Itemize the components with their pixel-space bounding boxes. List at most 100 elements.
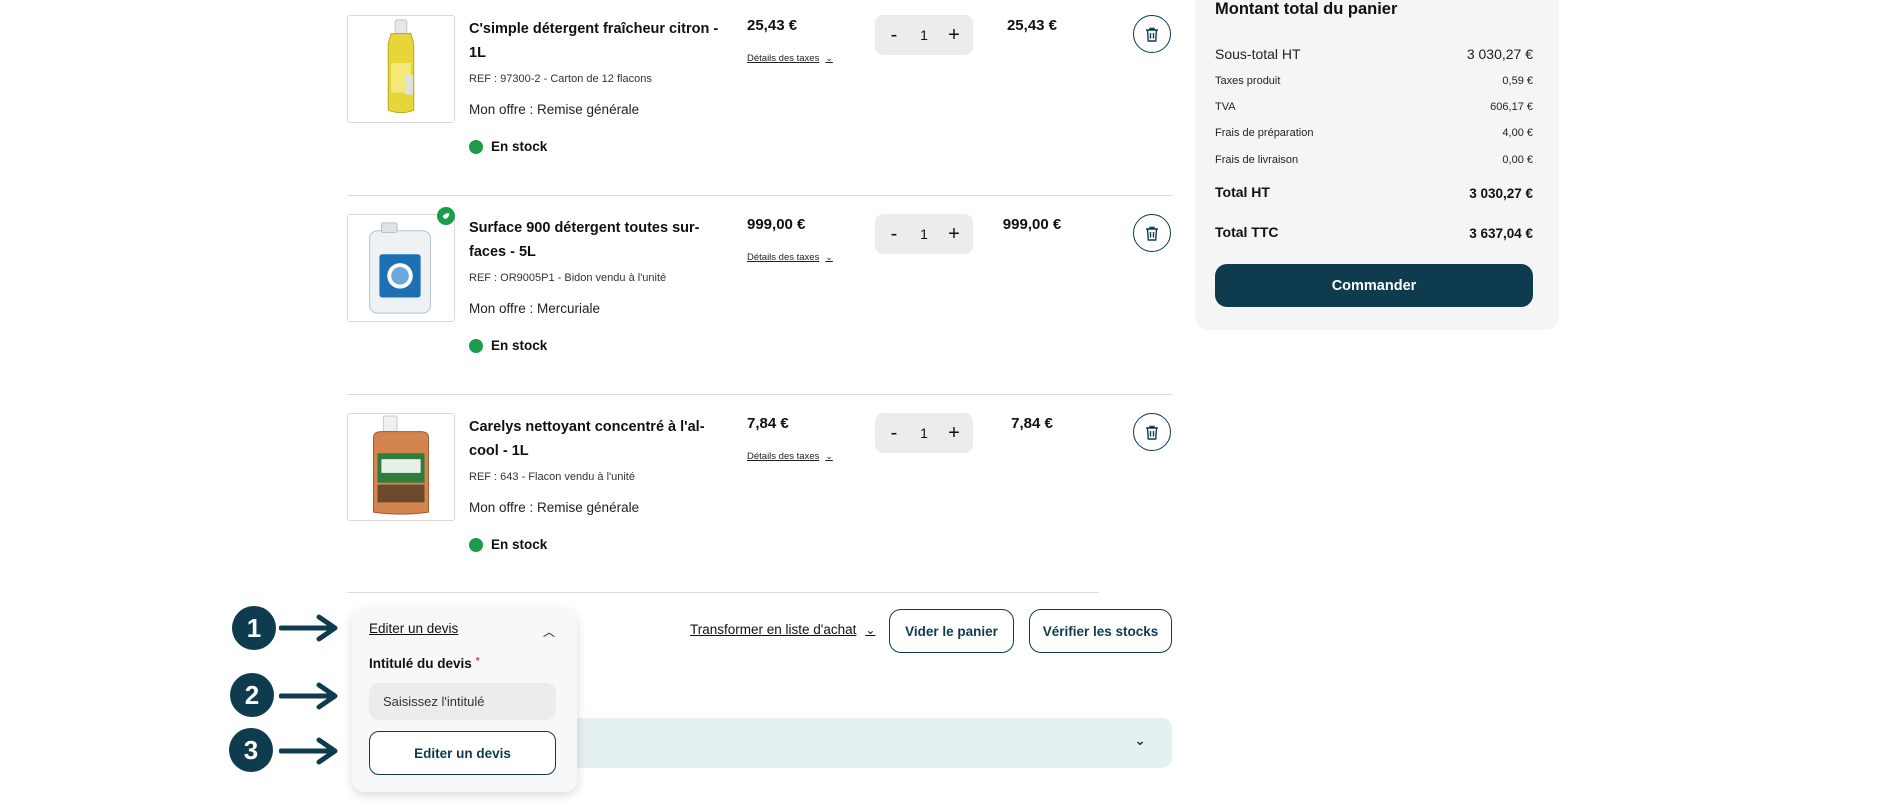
edit-quote-popup: Editer un devis ︿ Intitulé du devis* Edi… — [352, 609, 577, 792]
tax-details-link[interactable]: Détails des taxes ⌄ — [747, 252, 833, 263]
stock-dot-icon — [469, 139, 483, 154]
summary-value: 3 030,27 € — [1466, 46, 1533, 62]
product-ref: REF : 97300-2 - Carton de 12 flacons — [469, 73, 652, 85]
line-total: 7,84 € — [1011, 415, 1053, 432]
stock-label: En stock — [491, 139, 548, 154]
remove-item-button[interactable] — [1133, 15, 1171, 53]
summary-label: Taxes produit — [1215, 75, 1281, 87]
edit-quote-submit-button[interactable]: Editer un devis — [369, 731, 556, 775]
summary-row-subtotal: Sous-total HT 3 030,27 € — [1215, 46, 1533, 62]
tax-details-label: Détails des taxes — [747, 252, 820, 263]
tax-details-link[interactable]: Détails des taxes ⌄ — [747, 53, 833, 64]
arrow-right-icon — [279, 682, 338, 710]
quantity-stepper: - 1 + — [875, 214, 973, 254]
arrow-right-icon — [279, 614, 338, 642]
stock-label: En stock — [491, 338, 548, 353]
cart-item: Carelys nettoyant concentré à l'al-cool … — [347, 398, 1172, 594]
cart-summary-panel: Montant total du panier Sous-total HT 3 0… — [1195, 0, 1559, 330]
eco-badge-icon — [437, 207, 455, 225]
trash-icon — [1146, 27, 1158, 42]
decrease-quantity-button[interactable]: - — [885, 422, 903, 445]
product-name[interactable]: Carelys nettoyant concentré à l'al-cool … — [469, 415, 729, 463]
stock-dot-icon — [469, 537, 483, 552]
order-button[interactable]: Commander — [1215, 264, 1533, 307]
increase-quantity-button[interactable]: + — [945, 223, 963, 246]
increase-quantity-button[interactable]: + — [945, 24, 963, 47]
chevron-up-icon[interactable]: ︿ — [543, 623, 555, 640]
summary-label: Sous-total HT — [1215, 46, 1301, 62]
summary-value: 0,00 € — [1502, 154, 1533, 166]
cart-item: Surface 900 détergent toutes sur-faces -… — [347, 199, 1172, 395]
product-offer: Mon offre : Remise générale — [469, 500, 640, 515]
summary-label: Total HT — [1215, 184, 1270, 200]
product-image[interactable] — [347, 413, 455, 521]
divider — [347, 394, 1172, 395]
quote-title-input[interactable] — [369, 683, 556, 720]
quantity-value[interactable]: 1 — [920, 226, 928, 242]
product-image[interactable] — [347, 15, 455, 123]
stock-status: En stock — [469, 139, 547, 154]
step-marker-3: 3 — [229, 728, 273, 772]
quantity-value[interactable]: 1 — [920, 425, 928, 441]
trash-icon — [1146, 226, 1158, 241]
required-mark: * — [475, 656, 480, 667]
edit-quote-toggle[interactable]: Editer un devis — [369, 621, 458, 636]
chevron-down-icon: ⌄ — [825, 451, 833, 461]
tax-details-label: Détails des taxes — [747, 53, 820, 64]
summary-value: 0,59 € — [1502, 75, 1533, 87]
collapsed-section-bar[interactable]: ⌄ — [550, 718, 1172, 768]
summary-value: 4,00 € — [1502, 127, 1533, 139]
line-total: 999,00 € — [1002, 216, 1062, 233]
divider — [347, 195, 1172, 196]
chevron-down-icon: ⌄ — [825, 252, 833, 262]
product-offer: Mon offre : Remise générale — [469, 102, 640, 117]
remove-item-button[interactable] — [1133, 413, 1171, 451]
quantity-stepper: - 1 + — [875, 15, 973, 55]
decrease-quantity-button[interactable]: - — [885, 24, 903, 47]
chevron-down-icon: ⌄ — [865, 622, 876, 637]
trash-icon — [1146, 425, 1158, 440]
cart-item: C'simple détergent fraîcheur citron - 1L… — [347, 0, 1172, 196]
summary-value: 3 030,27 € — [1469, 186, 1533, 201]
quantity-value[interactable]: 1 — [920, 27, 928, 43]
summary-row-product-taxes: Taxes produit 0,59 € — [1215, 75, 1533, 87]
product-offer: Mon offre : Mercuriale — [469, 301, 601, 316]
chevron-down-icon: ⌄ — [825, 53, 833, 63]
check-stock-button[interactable]: Vérifier les stocks — [1029, 609, 1172, 653]
summary-value: 3 637,04 € — [1469, 226, 1533, 241]
stock-status: En stock — [469, 338, 547, 353]
stock-dot-icon — [469, 338, 483, 353]
summary-label: Total TTC — [1215, 224, 1279, 240]
summary-row-total-ttc: Total TTC 3 637,04 € — [1215, 224, 1533, 241]
product-name[interactable]: C'simple détergent fraîcheur citron - 1L — [469, 17, 729, 65]
increase-quantity-button[interactable]: + — [945, 422, 963, 445]
unit-price: 25,43 € — [747, 17, 798, 34]
stock-label: En stock — [491, 537, 548, 552]
chevron-down-icon: ⌄ — [1134, 732, 1146, 748]
tax-details-label: Détails des taxes — [747, 451, 820, 462]
product-name[interactable]: Surface 900 détergent toutes sur-faces -… — [469, 216, 729, 264]
quantity-stepper: - 1 + — [875, 413, 973, 453]
product-ref: REF : OR9005P1 - Bidon vendu à l'unité — [469, 272, 667, 284]
transform-label: Transformer en liste d'achat — [690, 622, 857, 637]
stock-status: En stock — [469, 537, 547, 552]
quote-title-label-text: Intitulé du devis — [369, 656, 472, 671]
product-ref: REF : 643 - Flacon vendu à l'unité — [469, 471, 635, 483]
empty-cart-button[interactable]: Vider le panier — [889, 609, 1014, 653]
quote-title-label: Intitulé du devis * — [369, 656, 480, 671]
step-marker-1: 1 — [232, 606, 276, 650]
summary-row-delivery-fees: Frais de livraison 0,00 € — [1215, 154, 1533, 166]
summary-label: Frais de livraison — [1215, 154, 1299, 166]
summary-label: TVA — [1215, 101, 1236, 113]
remove-item-button[interactable] — [1133, 214, 1171, 252]
unit-price: 7,84 € — [747, 415, 789, 432]
tax-details-link[interactable]: Détails des taxes ⌄ — [747, 451, 833, 462]
summary-row-vat: TVA 606,17 € — [1215, 101, 1533, 113]
transform-to-shopping-list-button[interactable]: Transformer en liste d'achat ⌄ — [690, 622, 875, 637]
product-image[interactable] — [347, 214, 455, 322]
summary-value: 606,17 € — [1490, 101, 1533, 113]
step-marker-2: 2 — [230, 673, 274, 717]
decrease-quantity-button[interactable]: - — [885, 223, 903, 246]
line-total: 25,43 € — [1006, 17, 1058, 34]
summary-title: Montant total du panier — [1215, 0, 1398, 18]
